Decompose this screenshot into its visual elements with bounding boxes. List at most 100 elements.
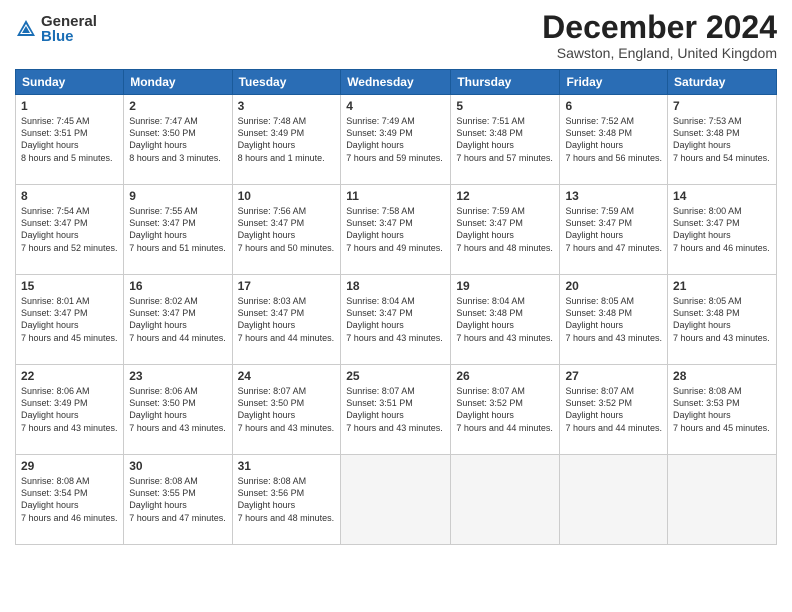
day-cell [451, 455, 560, 545]
day-number: 19 [456, 279, 554, 293]
day-cell: 5 Sunrise: 7:51 AMSunset: 3:48 PMDaylight… [451, 95, 560, 185]
day-cell: 30Sunrise: 8:08 AMSunset: 3:55 PMDayligh… [124, 455, 232, 545]
day-info: Sunrise: 8:06 AMSunset: 3:50 PMDaylight … [129, 385, 226, 434]
day-number: 16 [129, 279, 226, 293]
day-info: Sunrise: 7:56 AMSunset: 3:47 PMDaylight … [238, 205, 336, 254]
day-info: Sunrise: 7:59 AMSunset: 3:47 PMDaylight … [565, 205, 662, 254]
day-info: Sunrise: 7:49 AMSunset: 3:49 PMDaylight … [346, 115, 445, 164]
day-number: 10 [238, 189, 336, 203]
day-cell: 4 Sunrise: 7:49 AMSunset: 3:49 PMDaylight… [341, 95, 451, 185]
logo-general: General [41, 14, 97, 29]
day-info: Sunrise: 8:08 AMSunset: 3:54 PMDaylight … [21, 475, 118, 524]
week-row-1: 1 Sunrise: 7:45 AMSunset: 3:51 PMDaylight… [16, 95, 777, 185]
day-number: 14 [673, 189, 771, 203]
day-cell: 7Sunrise: 7:53 AMSunset: 3:48 PMDaylight… [668, 95, 777, 185]
day-number: 13 [565, 189, 662, 203]
day-number: 26 [456, 369, 554, 383]
day-cell: 10 Sunrise: 7:56 AMSunset: 3:47 PMDayligh… [232, 185, 341, 275]
day-info: Sunrise: 7:48 AMSunset: 3:49 PMDaylight … [238, 115, 336, 164]
day-info: Sunrise: 8:07 AMSunset: 3:52 PMDaylight … [565, 385, 662, 434]
col-friday: Friday [560, 70, 668, 95]
header: General Blue December 2024 Sawston, Engl… [15, 10, 777, 61]
day-number: 24 [238, 369, 336, 383]
day-cell: 16 Sunrise: 8:02 AMSunset: 3:47 PMDayligh… [124, 275, 232, 365]
day-info: Sunrise: 8:08 AMSunset: 3:53 PMDaylight … [673, 385, 771, 434]
day-number: 8 [21, 189, 118, 203]
week-row-5: 29Sunrise: 8:08 AMSunset: 3:54 PMDayligh… [16, 455, 777, 545]
day-cell: 8 Sunrise: 7:54 AMSunset: 3:47 PMDaylight… [16, 185, 124, 275]
day-info: Sunrise: 8:02 AMSunset: 3:47 PMDaylight … [129, 295, 226, 344]
day-info: Sunrise: 7:54 AMSunset: 3:47 PMDaylight … [21, 205, 118, 254]
day-number: 4 [346, 99, 445, 113]
day-number: 20 [565, 279, 662, 293]
col-wednesday: Wednesday [341, 70, 451, 95]
day-number: 25 [346, 369, 445, 383]
day-cell: 23 Sunrise: 8:06 AMSunset: 3:50 PMDayligh… [124, 365, 232, 455]
header-row: Sunday Monday Tuesday Wednesday Thursday… [16, 70, 777, 95]
day-cell: 25 Sunrise: 8:07 AMSunset: 3:51 PMDayligh… [341, 365, 451, 455]
day-info: Sunrise: 8:03 AMSunset: 3:47 PMDaylight … [238, 295, 336, 344]
day-number: 11 [346, 189, 445, 203]
day-info: Sunrise: 8:05 AMSunset: 3:48 PMDaylight … [673, 295, 771, 344]
col-monday: Monday [124, 70, 232, 95]
logo: General Blue [15, 14, 97, 44]
day-number: 17 [238, 279, 336, 293]
day-info: Sunrise: 8:01 AMSunset: 3:47 PMDaylight … [21, 295, 118, 344]
day-number: 5 [456, 99, 554, 113]
day-cell: 2 Sunrise: 7:47 AMSunset: 3:50 PMDaylight… [124, 95, 232, 185]
day-cell: 22 Sunrise: 8:06 AMSunset: 3:49 PMDayligh… [16, 365, 124, 455]
col-sunday: Sunday [16, 70, 124, 95]
day-number: 21 [673, 279, 771, 293]
col-tuesday: Tuesday [232, 70, 341, 95]
calendar: Sunday Monday Tuesday Wednesday Thursday… [15, 69, 777, 545]
day-cell: 17 Sunrise: 8:03 AMSunset: 3:47 PMDayligh… [232, 275, 341, 365]
logo-text: General Blue [41, 14, 97, 44]
month-title: December 2024 [542, 10, 777, 45]
day-info: Sunrise: 7:51 AMSunset: 3:48 PMDaylight … [456, 115, 554, 164]
day-number: 31 [238, 459, 336, 473]
logo-blue: Blue [41, 29, 97, 44]
title-area: December 2024 Sawston, England, United K… [542, 10, 777, 61]
day-cell: 13 Sunrise: 7:59 AMSunset: 3:47 PMDayligh… [560, 185, 668, 275]
day-cell: 9Sunrise: 7:55 AMSunset: 3:47 PMDaylight… [124, 185, 232, 275]
day-info: Sunrise: 8:08 AMSunset: 3:56 PMDaylight … [238, 475, 336, 524]
day-cell: 3 Sunrise: 7:48 AMSunset: 3:49 PMDaylight… [232, 95, 341, 185]
day-number: 28 [673, 369, 771, 383]
day-cell: 28 Sunrise: 8:08 AMSunset: 3:53 PMDayligh… [668, 365, 777, 455]
day-number: 2 [129, 99, 226, 113]
day-cell: 24 Sunrise: 8:07 AMSunset: 3:50 PMDayligh… [232, 365, 341, 455]
day-info: Sunrise: 7:47 AMSunset: 3:50 PMDaylight … [129, 115, 226, 164]
day-cell: 20Sunrise: 8:05 AMSunset: 3:48 PMDayligh… [560, 275, 668, 365]
day-info: Sunrise: 8:07 AMSunset: 3:50 PMDaylight … [238, 385, 336, 434]
day-number: 22 [21, 369, 118, 383]
day-number: 23 [129, 369, 226, 383]
col-thursday: Thursday [451, 70, 560, 95]
day-cell: 29Sunrise: 8:08 AMSunset: 3:54 PMDayligh… [16, 455, 124, 545]
day-cell: 26 Sunrise: 8:07 AMSunset: 3:52 PMDayligh… [451, 365, 560, 455]
day-info: Sunrise: 8:07 AMSunset: 3:52 PMDaylight … [456, 385, 554, 434]
day-number: 15 [21, 279, 118, 293]
day-cell [668, 455, 777, 545]
day-cell: 6 Sunrise: 7:52 AMSunset: 3:48 PMDaylight… [560, 95, 668, 185]
day-cell: 27 Sunrise: 8:07 AMSunset: 3:52 PMDayligh… [560, 365, 668, 455]
day-cell: 1 Sunrise: 7:45 AMSunset: 3:51 PMDaylight… [16, 95, 124, 185]
day-number: 7 [673, 99, 771, 113]
day-info: Sunrise: 8:07 AMSunset: 3:51 PMDaylight … [346, 385, 445, 434]
day-info: Sunrise: 8:04 AMSunset: 3:47 PMDaylight … [346, 295, 445, 344]
day-info: Sunrise: 7:52 AMSunset: 3:48 PMDaylight … [565, 115, 662, 164]
col-saturday: Saturday [668, 70, 777, 95]
day-number: 1 [21, 99, 118, 113]
day-info: Sunrise: 7:45 AMSunset: 3:51 PMDaylight … [21, 115, 118, 164]
day-cell [560, 455, 668, 545]
day-info: Sunrise: 8:00 AMSunset: 3:47 PMDaylight … [673, 205, 771, 254]
day-info: Sunrise: 8:06 AMSunset: 3:49 PMDaylight … [21, 385, 118, 434]
day-number: 6 [565, 99, 662, 113]
week-row-3: 15 Sunrise: 8:01 AMSunset: 3:47 PMDayligh… [16, 275, 777, 365]
day-cell: 19Sunrise: 8:04 AMSunset: 3:48 PMDayligh… [451, 275, 560, 365]
day-cell: 15 Sunrise: 8:01 AMSunset: 3:47 PMDayligh… [16, 275, 124, 365]
day-number: 27 [565, 369, 662, 383]
day-number: 3 [238, 99, 336, 113]
location: Sawston, England, United Kingdom [542, 45, 777, 61]
day-cell: 12Sunrise: 7:59 AMSunset: 3:47 PMDayligh… [451, 185, 560, 275]
day-info: Sunrise: 8:08 AMSunset: 3:55 PMDaylight … [129, 475, 226, 524]
